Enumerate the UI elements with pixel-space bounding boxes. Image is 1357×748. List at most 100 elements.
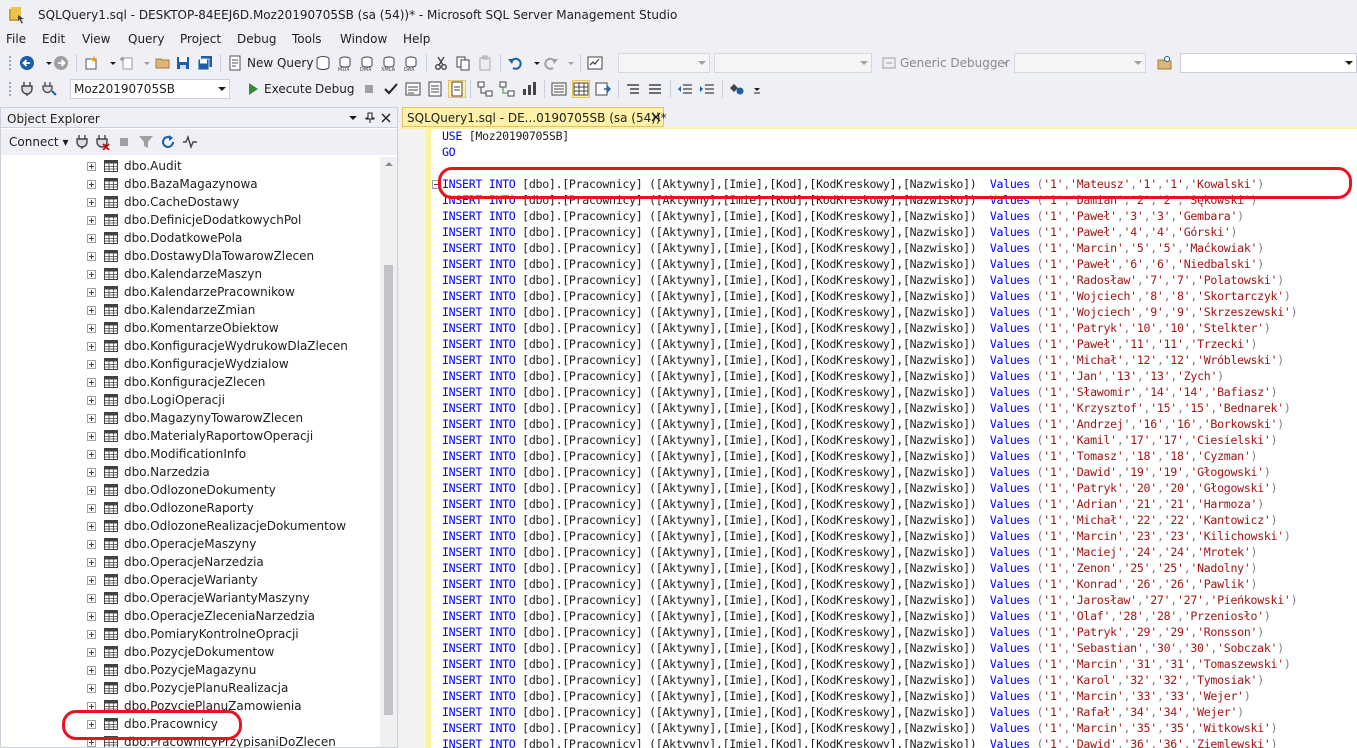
tree-item[interactable]: dbo.OdlozoneDokumenty (1, 481, 379, 499)
menu-tools[interactable]: Tools (292, 32, 322, 46)
new-project-button[interactable] (82, 54, 100, 72)
tree-item[interactable]: dbo.OperacjeMaszyny (1, 535, 379, 553)
close-tab-icon[interactable] (651, 112, 661, 122)
expand-plus-icon[interactable] (87, 612, 96, 621)
specify-template-values-button[interactable] (728, 80, 746, 98)
window-position-button[interactable] (346, 111, 360, 125)
filter-button[interactable] (137, 133, 155, 151)
expand-plus-icon[interactable] (87, 360, 96, 369)
available-databases-select[interactable]: Moz20190705SB (70, 79, 230, 99)
save-all-button[interactable] (196, 54, 214, 72)
sql-editor[interactable]: USE [Moz20190705SB] GO INSERT INTO [dbo]… (400, 129, 1357, 748)
expand-plus-icon[interactable] (87, 630, 96, 639)
tree-item[interactable]: dbo.OdlozoneRealizacjeDokumentow (1, 517, 379, 535)
menu-help[interactable]: Help (403, 32, 430, 46)
tree-item[interactable]: dbo.KalendarzePracownikow (1, 283, 379, 301)
expand-plus-icon[interactable] (87, 432, 96, 441)
tree-item[interactable]: dbo.LogiOperacji (1, 391, 379, 409)
tree-item[interactable]: dbo.DefinicjeDodatkowychPol (1, 211, 379, 229)
uncomment-button[interactable] (646, 80, 664, 98)
find-in-files-button[interactable] (1156, 54, 1174, 72)
parse-button[interactable] (382, 80, 400, 98)
tree-item[interactable]: dbo.PracownicyPrzypisaniDoZlecen (1, 733, 379, 747)
toolbar-grip[interactable] (8, 55, 12, 71)
tree-item[interactable]: dbo.MaterialyRaportowOperacji (1, 427, 379, 445)
expand-plus-icon[interactable] (87, 666, 96, 675)
live-query-statistics-button[interactable] (498, 80, 516, 98)
expand-plus-icon[interactable] (87, 486, 96, 495)
tree-item[interactable]: dbo.OperacjeWariantyMaszyny (1, 589, 379, 607)
connect-dropdown[interactable]: Connect ▾ (9, 135, 68, 149)
tree-item[interactable]: dbo.Pracownicy (1, 715, 379, 733)
tree-item[interactable]: dbo.PozycjePlanuRealizacja (1, 679, 379, 697)
find-input[interactable] (1180, 53, 1357, 73)
expand-plus-icon[interactable] (87, 324, 96, 333)
activity-monitor-button[interactable] (181, 133, 199, 151)
object-explorer-scrollbar[interactable] (380, 157, 397, 747)
disconnect-button[interactable] (93, 133, 111, 151)
expand-plus-icon[interactable] (87, 702, 96, 711)
redo-button[interactable] (542, 54, 560, 72)
expand-plus-icon[interactable] (87, 216, 96, 225)
scroll-up-arrow-icon[interactable] (385, 162, 393, 166)
comment-out-button[interactable] (624, 80, 642, 98)
tree-item[interactable]: dbo.KalendarzeZmian (1, 301, 379, 319)
expand-plus-icon[interactable] (87, 396, 96, 405)
expand-plus-icon[interactable] (87, 576, 96, 585)
results-to-file-button[interactable] (594, 80, 612, 98)
tree-item[interactable]: dbo.OperacjeNarzedzia (1, 553, 379, 571)
expand-plus-icon[interactable] (87, 648, 96, 657)
expand-plus-icon[interactable] (87, 540, 96, 549)
tree-item[interactable]: dbo.OdlozoneRaporty (1, 499, 379, 517)
tree-item[interactable]: dbo.Audit (1, 157, 379, 175)
expand-plus-icon[interactable] (87, 720, 96, 729)
tree-item[interactable]: dbo.PomiaryKontrolneOpracji (1, 625, 379, 643)
refresh-button[interactable] (159, 133, 177, 151)
expand-plus-icon[interactable] (87, 450, 96, 459)
tree-item[interactable]: dbo.CacheDostawy (1, 193, 379, 211)
expand-plus-icon[interactable] (87, 162, 96, 171)
include-actual-plan-button[interactable] (476, 80, 494, 98)
decrease-indent-button[interactable] (676, 80, 694, 98)
expand-plus-icon[interactable] (87, 738, 96, 747)
dropdown-arrow[interactable] (996, 54, 1014, 72)
tree-item[interactable]: dbo.KonfiguracjeWydrukowDlaZlecen (1, 337, 379, 355)
client-statistics-button[interactable] (520, 80, 538, 98)
execute-button[interactable]: Execute (264, 82, 312, 96)
tree-item[interactable]: dbo.PozycjePlanuZamowienia (1, 697, 379, 715)
tree-item[interactable]: dbo.DodatkowePola (1, 229, 379, 247)
menu-query[interactable]: Query (128, 32, 164, 46)
increase-indent-button[interactable] (698, 80, 716, 98)
connect-button[interactable] (18, 80, 36, 98)
expand-plus-icon[interactable] (87, 234, 96, 243)
expand-plus-icon[interactable] (87, 558, 96, 567)
expand-plus-icon[interactable] (87, 180, 96, 189)
paste-button[interactable] (476, 54, 494, 72)
debugger-label[interactable]: Generic Debugger (900, 56, 1010, 70)
cancel-query-button[interactable] (360, 80, 378, 98)
results-to-grid-button[interactable] (572, 80, 590, 98)
tree-item[interactable]: dbo.KalendarzeMaszyn (1, 265, 379, 283)
tree-item[interactable]: dbo.KomentarzeObiektow (1, 319, 379, 337)
tree-item[interactable]: dbo.ModificationInfo (1, 445, 379, 463)
stop-button[interactable] (115, 133, 133, 151)
menu-view[interactable]: View (82, 32, 110, 46)
tree-item[interactable]: dbo.Narzedzia (1, 463, 379, 481)
tree-item[interactable]: dbo.KonfiguracjeZlecen (1, 373, 379, 391)
tree-item[interactable]: dbo.OperacjeZleceniaNarzedzia (1, 607, 379, 625)
change-connection-button[interactable] (40, 80, 58, 98)
solution-configuration-select[interactable] (618, 53, 710, 73)
save-button[interactable] (174, 54, 192, 72)
tree-item[interactable]: dbo.OperacjeWarianty (1, 571, 379, 589)
expand-plus-icon[interactable] (87, 252, 96, 261)
menu-edit[interactable]: Edit (42, 32, 65, 46)
new-query-button[interactable] (226, 54, 244, 72)
expand-plus-icon[interactable] (87, 594, 96, 603)
expand-plus-icon[interactable] (87, 378, 96, 387)
expand-plus-icon[interactable] (87, 288, 96, 297)
expand-plus-icon[interactable] (87, 684, 96, 693)
toolbar-grip[interactable] (8, 81, 12, 97)
tree-item[interactable]: dbo.MagazynyTowarowZlecen (1, 409, 379, 427)
expand-plus-icon[interactable] (87, 342, 96, 351)
expand-plus-icon[interactable] (87, 306, 96, 315)
